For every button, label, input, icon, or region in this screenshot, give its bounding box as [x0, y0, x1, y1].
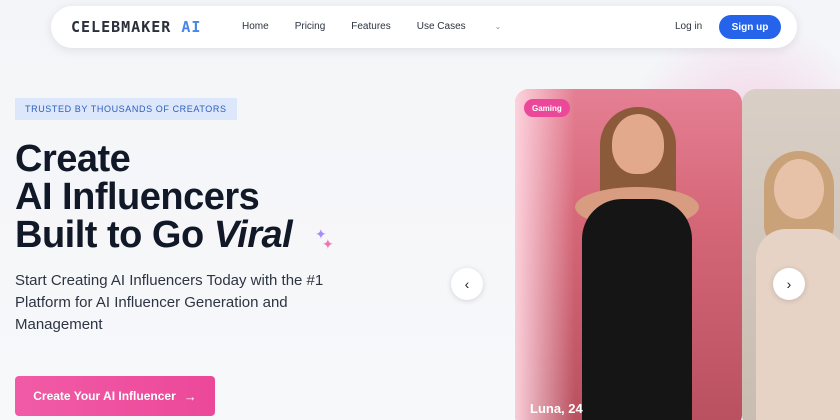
carousel-card-active[interactable]	[515, 89, 742, 420]
chevron-left-icon: ‹	[464, 276, 470, 292]
nav-pricing[interactable]: Pricing	[295, 21, 326, 32]
carousel-next-button[interactable]: ›	[773, 268, 805, 300]
hero-subtitle: Start Creating AI Influencers Today with…	[15, 272, 324, 333]
hero-headline: Create AI Influencers Built to Go Viral	[15, 138, 293, 256]
neon-light	[515, 89, 575, 420]
login-link[interactable]: Log in	[675, 21, 702, 32]
influencer-photo-face	[612, 114, 664, 174]
category-tag: Gaming	[524, 99, 570, 117]
nav-links: Home Pricing Features Use Cases ⌄	[242, 21, 553, 32]
influencer-photo-outfit	[582, 199, 692, 420]
headline-line-1: Create	[15, 138, 131, 180]
arrow-right-icon: →	[183, 388, 197, 404]
top-navbar: CELEBMAKER AI Home Pricing Features Use …	[51, 6, 797, 48]
carousel-card-next[interactable]	[742, 89, 840, 420]
nav-home[interactable]: Home	[242, 21, 269, 32]
headline-line-3: Built to Go Viral	[15, 214, 293, 256]
influencer-photo-face	[774, 159, 824, 219]
logo-text: CELEBMAKER	[71, 18, 172, 36]
chevron-down-icon: ⌄	[494, 22, 502, 31]
logo[interactable]: CELEBMAKER AI	[71, 18, 201, 36]
logo-accent: AI	[181, 18, 202, 36]
cta-label: Create Your AI Influencer	[33, 389, 176, 403]
trust-badge: TRUSTED BY THOUSANDS OF CREATORS	[15, 98, 237, 120]
influencer-name: Luna, 24	[530, 401, 583, 416]
influencer-photo-body	[756, 229, 840, 420]
chevron-right-icon: ›	[786, 276, 792, 292]
headline-line-2: AI Influencers	[15, 176, 260, 218]
headline-accent-word: Viral	[213, 214, 293, 256]
nav-use-cases[interactable]: Use Cases ⌄	[417, 21, 528, 32]
nav-features[interactable]: Features	[351, 21, 390, 32]
create-influencer-button[interactable]: Create Your AI Influencer →	[15, 376, 215, 416]
nav-use-cases-label: Use Cases	[416, 21, 466, 32]
headline-line-3-prefix: Built to Go	[15, 214, 214, 256]
signup-button[interactable]: Sign up	[719, 15, 781, 39]
sparkle-icon-pink: ✦	[322, 236, 334, 252]
carousel-prev-button[interactable]: ‹	[451, 268, 483, 300]
